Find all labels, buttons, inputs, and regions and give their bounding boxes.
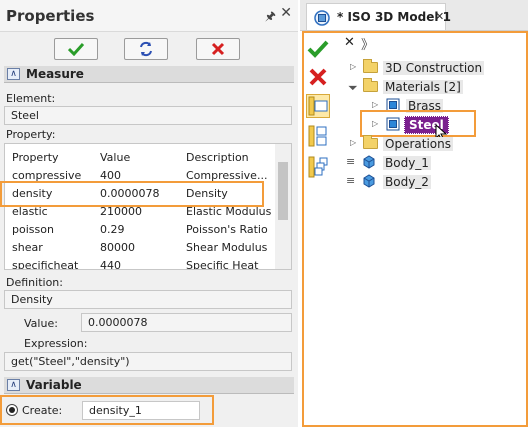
measure-section-label: Measure (26, 67, 84, 81)
checkmark-icon (307, 40, 329, 58)
create-row-highlight (0, 395, 214, 425)
stack-tool[interactable] (306, 155, 330, 179)
tree-item-body-1[interactable]: ≡ Body_1 (346, 154, 516, 172)
steel-highlight (360, 110, 476, 137)
cell-property: shear (12, 241, 43, 254)
folder-icon (363, 135, 378, 149)
tree-label: Materials [2] (383, 80, 463, 94)
stack-icon (308, 156, 328, 178)
model-panel: * ISO 3D Model 1 ✕ ✕ 》 ▷ 3D Construction… (300, 0, 528, 427)
variable-section-header[interactable]: ∧ Variable (4, 377, 294, 394)
definition-value: Density (11, 293, 53, 306)
definition-field[interactable]: Density (4, 290, 292, 309)
element-label: Element: (6, 92, 56, 105)
tree-item-materials[interactable]: ◢ Materials [2] (348, 78, 520, 96)
body-cube-icon (363, 155, 375, 169)
value-value: 0.0000078 (88, 316, 148, 329)
element-field[interactable]: Steel (4, 106, 292, 125)
definition-label: Definition: (6, 276, 63, 289)
tab-close-icon[interactable]: ✕ (435, 10, 444, 23)
cell-property: specificheat (12, 259, 79, 270)
cell-value: 0.29 (100, 223, 125, 236)
collapsed-arrow-icon[interactable]: ▷ (372, 100, 378, 109)
folder-icon (363, 78, 378, 92)
collapse-icon[interactable]: ∧ (7, 379, 20, 391)
properties-panel: Properties 🖈 ✕ ∧ Measure Element: Steel … (0, 0, 298, 427)
tree-item-body-2[interactable]: ≡ Body_2 (346, 173, 516, 191)
property-label: Property: (6, 128, 56, 141)
pin-icon[interactable]: 🖈 (265, 7, 276, 28)
scrollbar-thumb[interactable] (278, 162, 288, 220)
select-mode-tool[interactable] (306, 94, 330, 118)
cancel-tool[interactable] (306, 65, 330, 89)
tree-label: Body_1 (383, 156, 431, 170)
layout-tool[interactable] (306, 124, 330, 148)
cell-description: Specific Heat (186, 259, 259, 270)
refresh-button[interactable] (124, 38, 168, 60)
column-header[interactable]: Property (12, 151, 98, 164)
confirm-tool[interactable] (306, 37, 330, 61)
collapsed-arrow-icon[interactable]: ▷ (350, 138, 356, 147)
table-row[interactable]: poisson 0.29 Poisson's Ratio (5, 221, 275, 238)
tree-item-3d-construction[interactable]: ▷ 3D Construction (350, 59, 520, 77)
tree-label: Body_2 (383, 175, 431, 189)
x-icon (309, 68, 327, 86)
value-field[interactable]: 0.0000078 (81, 313, 292, 332)
checkmark-icon (68, 42, 84, 56)
expanded-arrow-icon[interactable]: ◢ (348, 80, 359, 91)
value-label: Value: (24, 317, 58, 330)
tab-model[interactable]: * ISO 3D Model 1 ✕ (306, 3, 451, 30)
cell-description: Poisson's Ratio (186, 223, 268, 236)
collapsed-arrow-icon[interactable]: ▷ (350, 62, 356, 71)
properties-title: Properties (6, 7, 95, 25)
table-row[interactable]: shear 80000 Shear Modulus (5, 239, 275, 256)
table-row[interactable]: specificheat 440 Specific Heat (5, 257, 275, 270)
element-value: Steel (11, 109, 39, 122)
expression-label: Expression: (24, 337, 88, 350)
expression-value: get("Steel","density") (11, 355, 130, 368)
table-scrollbar[interactable] (275, 144, 291, 269)
ruler-frame-icon (308, 96, 328, 116)
density-row-highlight (0, 181, 264, 207)
cell-value: 440 (100, 259, 121, 270)
tree-item-operations[interactable]: ▷ Operations (350, 135, 520, 153)
cell-description: Shear Modulus (186, 241, 268, 254)
collapse-icon[interactable]: ∧ (7, 68, 20, 80)
tree-label: Operations (383, 137, 453, 151)
folder-icon (363, 59, 378, 73)
table-header: Property Value Description (5, 149, 275, 166)
body-cube-icon (363, 174, 375, 188)
refresh-icon (140, 41, 152, 57)
column-header[interactable]: Value (100, 151, 182, 164)
variable-section-label: Variable (26, 378, 82, 392)
layout-icon (308, 125, 327, 147)
x-icon (211, 42, 225, 56)
ok-button[interactable] (54, 38, 98, 60)
menu-lines-icon[interactable]: ≡ (346, 155, 355, 168)
model-doc-icon (314, 10, 330, 26)
expression-field[interactable]: get("Steel","density") (4, 352, 292, 371)
tab-strip: * ISO 3D Model 1 ✕ (300, 0, 528, 31)
properties-title-bar: Properties 🖈 ✕ (0, 0, 298, 32)
menu-lines-icon[interactable]: ≡ (346, 174, 355, 187)
tab-title: * ISO 3D Model 1 (337, 10, 451, 24)
cancel-button[interactable] (196, 38, 240, 60)
close-tree-icon[interactable]: ✕ (344, 35, 355, 50)
close-icon[interactable]: ✕ (280, 5, 292, 21)
column-header[interactable]: Description (186, 151, 274, 164)
cell-value: 80000 (100, 241, 135, 254)
cell-property: poisson (12, 223, 54, 236)
measure-section-header[interactable]: ∧ Measure (4, 66, 294, 83)
tree-label: 3D Construction (383, 61, 485, 75)
expand-icon[interactable]: 》 (361, 34, 374, 53)
